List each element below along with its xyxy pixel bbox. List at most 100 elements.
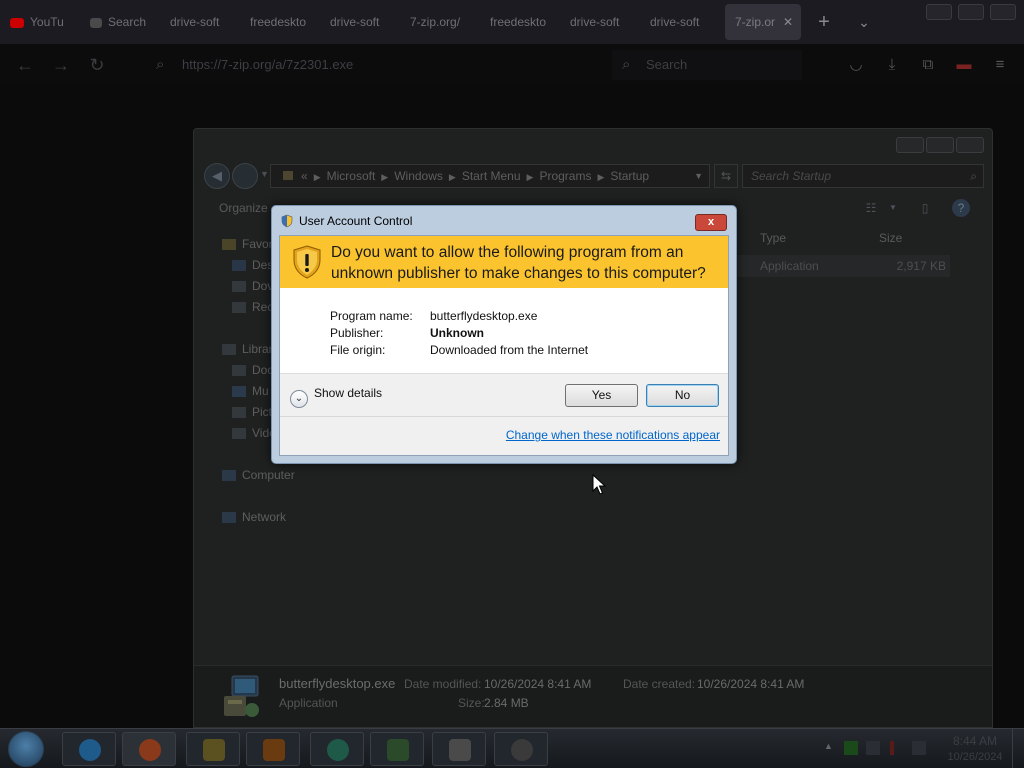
address-dropdown-icon[interactable]: ▼ <box>694 165 703 187</box>
search-icon: ⌕ <box>156 56 165 73</box>
tab-list-chevron-icon[interactable]: ⌄ <box>852 8 876 36</box>
uac-warning-banner: Do you want to allow the following progr… <box>280 236 728 288</box>
taskbar-app-circle[interactable] <box>310 732 364 766</box>
yes-button[interactable]: Yes <box>565 384 638 407</box>
tab-label: drive-soft <box>570 15 620 29</box>
installer-icon <box>224 675 259 717</box>
nav-videos[interactable]: Vide <box>232 426 276 440</box>
tray-alert-icon[interactable] <box>890 741 894 755</box>
tab-label: freedeskto <box>490 15 547 29</box>
nav-favorites[interactable]: Favor <box>222 237 273 251</box>
firefox-icon <box>139 739 161 761</box>
download-icon[interactable]: ⤓ <box>882 55 902 75</box>
explorer-maximize-button[interactable] <box>926 137 954 153</box>
breadcrumb-item[interactable]: Windows <box>394 169 443 183</box>
recent-pages-chevron-icon[interactable]: ▼ <box>260 169 269 179</box>
browser-search-field[interactable]: ⌕ Search <box>612 50 802 80</box>
details-file-name: butterflydesktop.exe <box>279 676 396 691</box>
close-tab-icon[interactable]: ✕ <box>783 4 793 40</box>
back-button[interactable]: ◀ <box>204 163 230 189</box>
tab-search[interactable]: Search <box>80 4 152 40</box>
clock-time[interactable]: 8:44 AM <box>948 734 1002 748</box>
breadcrumb-item[interactable]: Microsoft <box>327 169 376 183</box>
tab-7zip-1[interactable]: 7-zip.org/ <box>400 4 472 40</box>
nav-libraries[interactable]: Librar <box>222 342 273 356</box>
tab-youtube[interactable]: YouTu <box>0 4 72 40</box>
preview-pane-icon[interactable]: ▯ <box>916 199 934 217</box>
tray-app-icon[interactable] <box>844 741 858 755</box>
tab-drive-soft-2[interactable]: drive-soft <box>320 4 392 40</box>
nav-music[interactable]: Mu <box>232 384 269 398</box>
view-options-icon[interactable]: ☷ <box>862 199 880 217</box>
forward-button[interactable] <box>232 163 258 189</box>
start-button[interactable] <box>8 731 44 767</box>
breadcrumb-item[interactable]: Start Menu <box>462 169 521 183</box>
network-icon[interactable] <box>866 741 880 755</box>
new-tab-button[interactable]: + <box>812 8 836 36</box>
breadcrumb-item[interactable]: Programs <box>539 169 591 183</box>
tray-expand-icon[interactable]: ▲ <box>824 741 838 755</box>
view-dropdown-icon[interactable]: ▼ <box>884 199 902 217</box>
address-bar[interactable]: «▶ Microsoft ▶ Windows ▶ Start Menu ▶ Programs ▶… <box>270 164 710 188</box>
taskbar-firefox[interactable] <box>122 732 176 766</box>
nav-pictures[interactable]: Pict <box>232 405 272 419</box>
help-icon[interactable]: ? <box>952 199 970 217</box>
pocket-icon[interactable]: ◡ <box>846 55 866 75</box>
close-window-button[interactable] <box>990 4 1016 20</box>
show-desktop-button[interactable] <box>1012 729 1024 768</box>
breadcrumb-item[interactable]: Startup <box>610 169 649 183</box>
nav-downloads[interactable]: Dov <box>232 279 273 293</box>
taskbar-explorer[interactable] <box>186 732 240 766</box>
network-icon <box>222 512 236 524</box>
extensions-icon[interactable]: ⧉ <box>918 55 938 75</box>
taskbar-internet-explorer[interactable] <box>62 732 116 766</box>
tab-freedesktop-2[interactable]: freedeskto <box>480 4 552 40</box>
explorer-minimize-button[interactable] <box>896 137 924 153</box>
uac-close-button[interactable]: x <box>695 214 727 231</box>
reload-icon[interactable]: ↻ <box>86 54 108 76</box>
nav-desktop[interactable]: Des <box>232 258 273 272</box>
nav-recent[interactable]: Rec <box>232 300 273 314</box>
tab-drive-soft-3[interactable]: drive-soft <box>560 4 632 40</box>
nav-network[interactable]: Network <box>222 510 286 524</box>
minimize-button[interactable] <box>926 4 952 20</box>
menu-icon[interactable]: ≡ <box>990 55 1010 75</box>
organize-menu[interactable]: Organize <box>219 201 268 215</box>
clock-date[interactable]: 10/26/2024 <box>942 751 1008 763</box>
publisher-value: Unknown <box>430 326 484 340</box>
taskbar-app-list[interactable] <box>432 732 486 766</box>
no-button[interactable]: No <box>646 384 719 407</box>
folder-icon <box>203 739 225 761</box>
column-header-size[interactable]: Size <box>879 231 902 245</box>
tab-label: 7-zip.org/ <box>410 15 461 29</box>
explorer-close-button[interactable] <box>956 137 984 153</box>
ublock-icon[interactable]: ▬ <box>954 55 974 75</box>
taskbar-media-player[interactable] <box>246 732 300 766</box>
taskbar-app-mouse[interactable] <box>494 732 548 766</box>
folder-icon <box>283 171 293 180</box>
taskbar-app-map[interactable] <box>370 732 424 766</box>
nav-documents[interactable]: Doc <box>232 363 273 377</box>
nav-computer[interactable]: Computer <box>222 468 295 482</box>
volume-icon[interactable] <box>912 741 926 755</box>
column-header-type[interactable]: Type <box>760 231 786 245</box>
tab-freedesktop-1[interactable]: freedeskto <box>240 4 312 40</box>
explorer-window-controls <box>894 137 984 158</box>
libraries-icon <box>222 344 236 356</box>
app-icon <box>327 739 349 761</box>
restore-button[interactable] <box>958 4 984 20</box>
forward-arrow-icon[interactable]: → <box>50 54 72 76</box>
uac-question-text: Do you want to allow the following progr… <box>331 244 706 282</box>
change-notifications-link[interactable]: Change when these notifications appear <box>506 428 720 442</box>
refresh-icon[interactable]: ⇆ <box>714 164 738 188</box>
tab-drive-soft-1[interactable]: drive-soft <box>160 4 232 40</box>
documents-icon <box>232 365 246 377</box>
tab-drive-soft-4[interactable]: drive-soft <box>640 4 712 40</box>
file-row[interactable]: Application 2,917 KB <box>734 255 950 277</box>
browser-toolbar: ← → ↻ ⌕ https://7-zip.org/a/7z2301.exe ⌕… <box>0 44 1024 86</box>
url-bar[interactable]: ⌕ https://7-zip.org/a/7z2301.exe <box>146 50 602 80</box>
show-details-toggle[interactable]: ⌄ Show details <box>290 386 382 408</box>
back-arrow-icon[interactable]: ← <box>14 54 36 76</box>
tab-7zip-active[interactable]: 7-zip.or ✕ <box>725 4 801 40</box>
explorer-search-field[interactable]: Search Startup ⌕ <box>742 164 984 188</box>
